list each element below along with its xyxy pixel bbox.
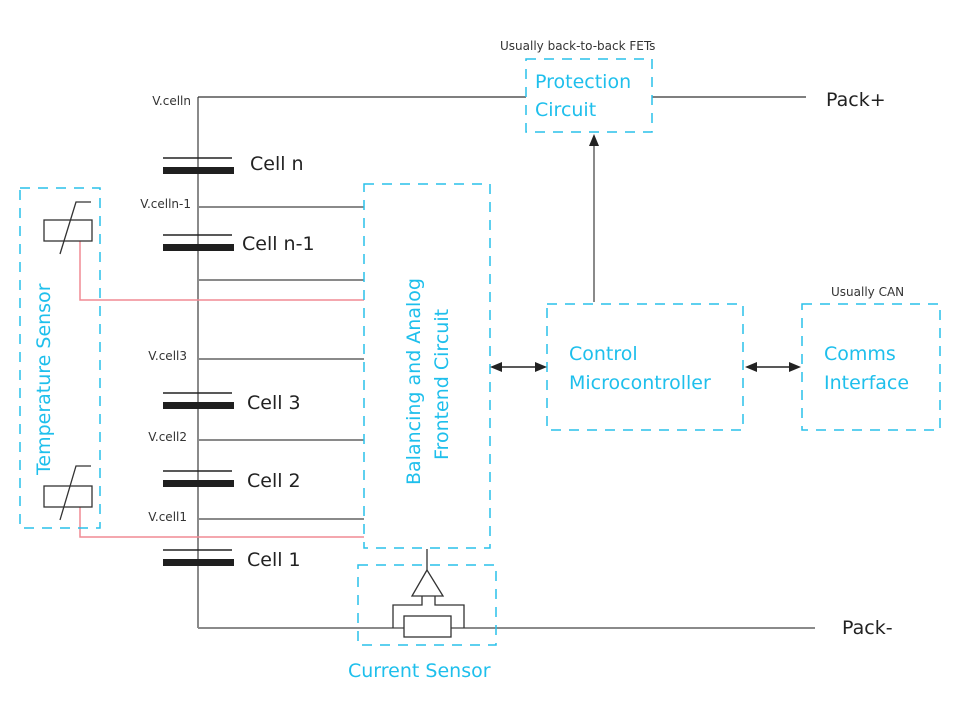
- protection-note: Usually back-to-back FETs: [500, 39, 655, 53]
- arrow-mcu-comms: [745, 362, 801, 372]
- arrow-afe-mcu: [490, 362, 547, 372]
- temperature-sensor-label: Temperature Sensor: [33, 283, 55, 476]
- comms-label-line2: Interface: [824, 372, 909, 394]
- cell-label: Cell 2: [247, 470, 301, 492]
- afe-label-line2: Frontend Circuit: [431, 309, 453, 460]
- pack-minus-label: Pack-: [842, 617, 893, 639]
- comms-note: Usually CAN: [831, 285, 904, 299]
- bms-diagram: Cell n Cell n-1 Cell 3 Cell 2 Cell 1 V.c…: [19, 39, 941, 682]
- cell-label: Cell 3: [247, 392, 301, 414]
- tap-label: V.celln-1: [140, 197, 191, 211]
- thermistor-icon: [43, 201, 93, 255]
- tap-label: V.cell2: [148, 430, 187, 444]
- temp-sensor-wire-bottom: [79, 507, 364, 538]
- arrow-mcu-to-protection: [589, 134, 599, 302]
- mcu-label-line2: Microcontroller: [569, 372, 711, 394]
- afe-block: [363, 183, 491, 549]
- cell-label: Cell n: [250, 153, 304, 175]
- protection-label-line1: Protection: [535, 71, 631, 93]
- pack-plus-label: Pack+: [826, 89, 886, 111]
- comms-label-line1: Comms: [824, 343, 896, 365]
- cell-label: Cell n-1: [242, 233, 315, 255]
- tap-label: V.cell3: [148, 349, 187, 363]
- mcu-block: [546, 303, 744, 431]
- tap-label: V.cell1: [148, 510, 187, 524]
- comms-block: [801, 303, 941, 431]
- cell-label: Cell 1: [247, 549, 301, 571]
- mcu-label-line1: Control: [569, 343, 638, 365]
- current-sensor-label: Current Sensor: [348, 660, 491, 682]
- tap-label: V.celln: [152, 94, 191, 108]
- protection-label-line2: Circuit: [535, 99, 596, 121]
- protection-circuit-block: [525, 58, 653, 133]
- afe-label-line1: Balancing and Analog: [403, 278, 425, 485]
- shunt-resistor-icon: [403, 615, 452, 638]
